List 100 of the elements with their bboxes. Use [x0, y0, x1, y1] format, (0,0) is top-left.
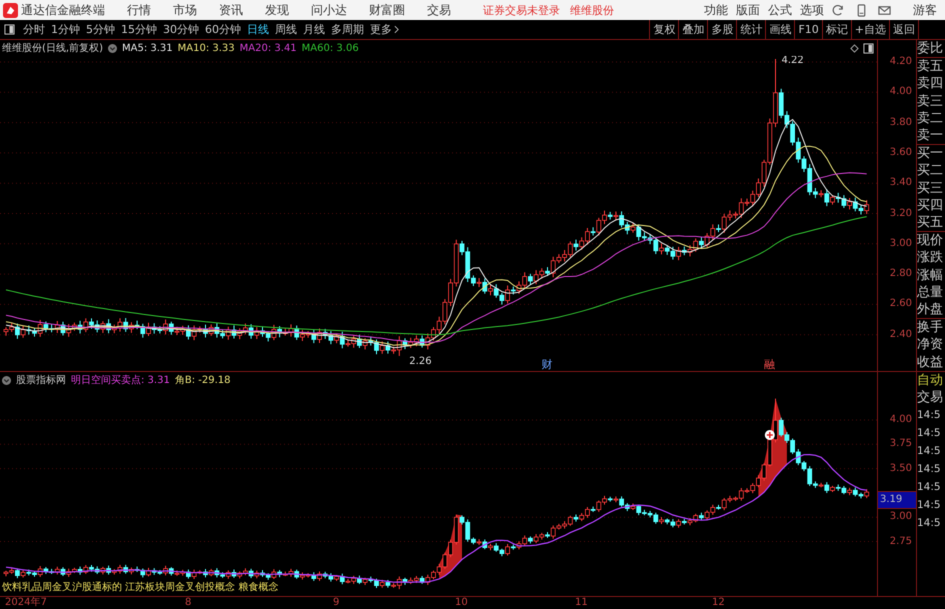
date-axis-label: 9: [333, 597, 340, 609]
chevron-down-icon[interactable]: [108, 44, 117, 52]
quote-label: 涨幅: [917, 266, 944, 284]
price-axis-label: 3.80: [890, 116, 912, 130]
trade-label: 交易: [917, 389, 944, 406]
date-axis-label: 12: [712, 597, 725, 609]
quote-label: 买五: [917, 214, 944, 232]
current-value-label: 3.19: [878, 490, 916, 509]
price-axis-label: 2.80: [890, 267, 912, 282]
event-mark[interactable]: 财: [542, 358, 552, 371]
period-tab[interactable]: 15分钟: [118, 22, 160, 37]
panel-toggle-icon[interactable]: [4, 24, 15, 35]
indicator-axis-label: 3.00: [890, 510, 912, 524]
price-axis-label: 2.40: [890, 328, 912, 342]
quote-label: 买一: [917, 145, 944, 162]
period-tab[interactable]: 30分钟: [160, 22, 202, 37]
chevron-down-icon[interactable]: [2, 376, 11, 384]
stock-name: 维维股份: [570, 2, 614, 18]
trade-time: 14:5: [917, 498, 942, 514]
ma-value: MA5: 3.31: [122, 42, 173, 54]
period-tab[interactable]: 1分钟: [48, 22, 83, 37]
panel-toggle-icon[interactable]: [863, 43, 874, 54]
period-tab[interactable]: 周线: [272, 22, 300, 37]
quote-label: 买三: [917, 180, 944, 197]
menu-item[interactable]: 行情: [127, 2, 151, 18]
chart-tool-button[interactable]: 复权: [649, 20, 678, 39]
menu-item[interactable]: 公式: [768, 2, 792, 18]
indicator-title: 股票指标网: [16, 374, 66, 387]
period-tab[interactable]: 5分钟: [83, 22, 118, 37]
quote-label: 委比: [917, 40, 944, 58]
price-axis-label: 4.00: [890, 85, 912, 100]
trade-time: 14:5: [917, 426, 942, 442]
quote-label: 卖四: [917, 75, 944, 93]
chart-tool-button[interactable]: 统计: [736, 20, 766, 39]
quote-label: 外盘: [917, 301, 944, 318]
chart-tool-button[interactable]: 画线: [765, 20, 794, 39]
menu-item[interactable]: 财富圈: [369, 2, 405, 18]
price-axis-label: 4.20: [890, 55, 912, 69]
period-tab[interactable]: 日线: [244, 22, 272, 37]
quote-label: 总量: [917, 284, 944, 302]
date-axis-label: 8: [185, 597, 192, 609]
event-mark[interactable]: 融: [764, 358, 775, 371]
mail-icon[interactable]: [878, 4, 891, 16]
menu-item[interactable]: 选项: [800, 2, 824, 18]
phone-icon[interactable]: [855, 4, 868, 16]
chart-tool-button[interactable]: F10: [794, 20, 822, 39]
user-label[interactable]: 游客: [913, 2, 937, 18]
quote-label: 卖五: [917, 58, 944, 76]
quote-label: 现价: [917, 232, 944, 250]
date-axis-label: 10: [455, 597, 468, 609]
chart-tool-button[interactable]: 标记: [822, 20, 851, 39]
menu-item[interactable]: 发现: [265, 2, 289, 18]
quote-label: 买二: [917, 162, 944, 180]
login-status[interactable]: 证券交易未登录: [483, 2, 560, 18]
quote-label: 收益: [917, 354, 944, 371]
indicator-axis-label: 2.75: [890, 534, 912, 548]
menu-item[interactable]: 市场: [173, 2, 197, 18]
app-title: 通达信金融终端: [21, 2, 105, 18]
quote-label: 卖一: [917, 127, 944, 144]
signal-value: 明日空间买卖点: 3.31: [71, 374, 170, 387]
menu-item[interactable]: 资讯: [219, 2, 243, 18]
quote-label: 涨跌: [917, 249, 944, 267]
quote-label: 卖三: [917, 92, 944, 110]
diamond-icon[interactable]: [850, 44, 859, 53]
auto-mode-label[interactable]: 自动: [917, 372, 945, 390]
date-axis-label: 11: [575, 597, 588, 609]
trade-time: 14:5: [917, 444, 942, 460]
price-axis-label: 3.60: [890, 146, 912, 160]
quote-label: 卖二: [917, 110, 944, 128]
app-logo-icon: [3, 2, 18, 18]
quote-label: 买四: [917, 196, 944, 214]
concept-tags-text: 饮料乳品周金叉沪股通标的 江苏板块周金叉创投概念 粮食概念: [2, 580, 278, 594]
plus-circle-icon: [764, 430, 775, 440]
price-axis-label: 3.00: [890, 236, 912, 251]
quote-label: 换手: [917, 319, 944, 336]
indicator-axis-label: 3.75: [890, 437, 912, 452]
indicator-axis-label: 3.50: [890, 462, 912, 476]
chart-tool-button[interactable]: +自选: [850, 20, 889, 39]
chart-title: 维维股份(日线,前复权): [2, 42, 103, 55]
date-axis-label: 2024年7: [5, 597, 47, 609]
period-tab[interactable]: 更多: [367, 22, 402, 37]
menu-item[interactable]: 交易: [427, 2, 451, 18]
menu-item[interactable]: 问小达: [311, 2, 347, 18]
menu-item[interactable]: 功能: [704, 2, 728, 18]
trade-time: 14:5: [917, 516, 942, 532]
chart-tool-button[interactable]: 多股: [707, 20, 736, 39]
ma-value: MA60: 3.06: [302, 42, 359, 54]
trade-time: 14:5: [917, 480, 942, 496]
period-tab[interactable]: 月线: [300, 22, 328, 37]
price-axis-label: 3.40: [890, 176, 912, 190]
menu-item[interactable]: 版面: [736, 2, 760, 18]
refresh-icon[interactable]: [832, 4, 845, 16]
chart-tool-button[interactable]: 叠加: [678, 20, 708, 39]
chart-tool-button[interactable]: 返回: [889, 20, 918, 39]
period-tab[interactable]: 分时: [20, 22, 48, 37]
price-axis-label: 3.20: [890, 206, 912, 220]
period-tab[interactable]: 60分钟: [202, 22, 244, 37]
ma-value: MA10: 3.33: [178, 42, 235, 54]
chevron-icon: [394, 25, 399, 34]
period-tab[interactable]: 多周期: [328, 22, 367, 37]
